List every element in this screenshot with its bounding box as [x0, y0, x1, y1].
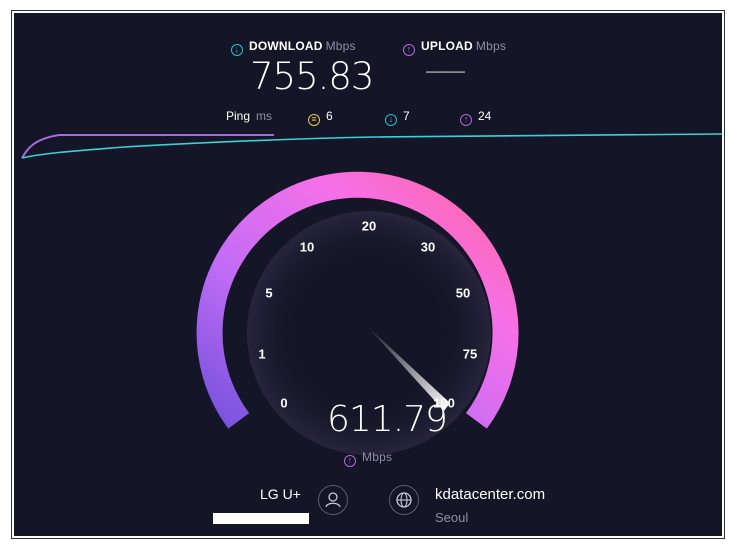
tick-label: 0 [280, 395, 288, 411]
speedtest-panel: ↓ DOWNLOAD Mbps 755.83 ↑ UPLOAD Mbps —— Ping… [14, 13, 722, 536]
tick-label: 10 [299, 239, 315, 255]
server-name[interactable]: kdatacenter.com [435, 486, 545, 503]
tick-label: 75 [462, 346, 478, 362]
tick-label: 5 [265, 285, 273, 301]
tick-label: 20 [361, 218, 377, 234]
tick-label: 50 [455, 285, 471, 301]
isp-name: LG U+ [260, 486, 301, 502]
app-frame: ↓ DOWNLOAD Mbps 755.83 ↑ UPLOAD Mbps —— Ping… [11, 10, 725, 539]
upload-arrow-icon: ↑ [344, 455, 356, 467]
tick-label: 1 [258, 346, 266, 362]
globe-icon [396, 492, 412, 508]
current-speed: 611.79 [327, 399, 448, 440]
server-location: Seoul [435, 510, 469, 525]
user-icon [325, 492, 341, 508]
current-speed-unit: ↑ Mbps [344, 450, 392, 467]
redacted-ip [213, 513, 309, 524]
server-button[interactable] [389, 485, 419, 515]
tick-label: 30 [420, 239, 436, 255]
isp-button[interactable] [318, 485, 348, 515]
